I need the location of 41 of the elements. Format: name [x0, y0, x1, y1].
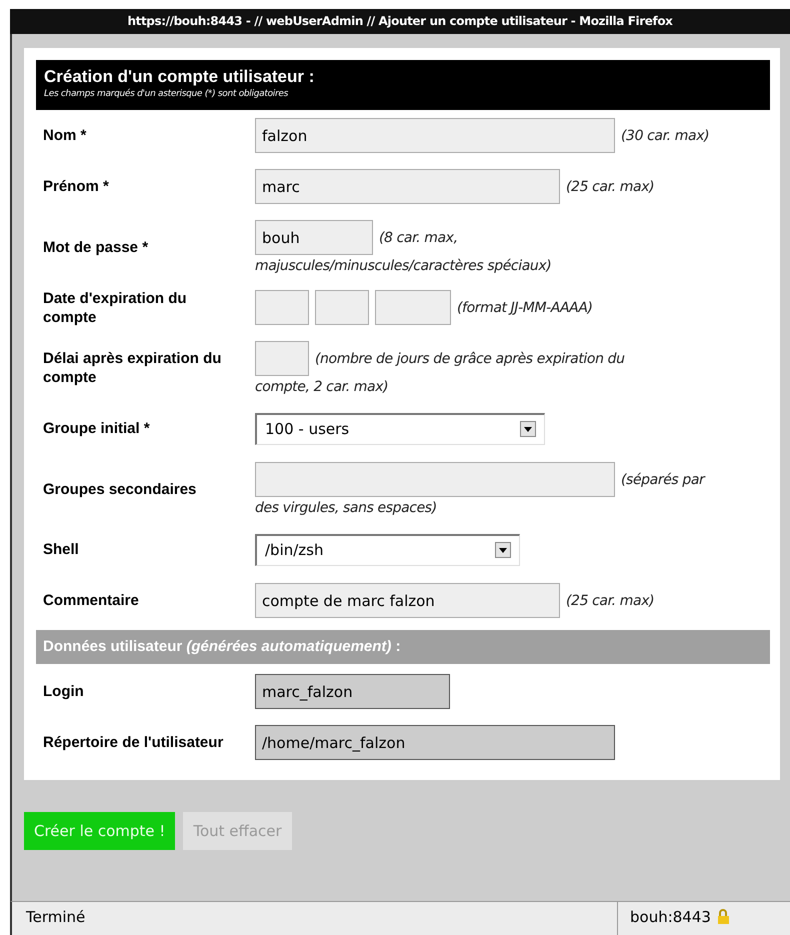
field-hint: (séparés par [621, 472, 704, 488]
field-label: Groupe initial * [42, 419, 151, 438]
section-header: Données utilisateur (générées automatiquement) : [36, 630, 770, 664]
field-label: Mot de passe * [42, 238, 150, 256]
field-hint: (8 car. max, [379, 230, 458, 246]
input-field[interactable]: marc [255, 169, 560, 204]
host-text: bouh:8443 [630, 908, 711, 926]
input-field[interactable]: /home/marc_falzon [255, 725, 615, 760]
field-hint: (25 car. max) [566, 592, 654, 608]
field-label: Shell [42, 540, 80, 559]
select-dropdown[interactable]: /bin/zsh [255, 534, 520, 566]
field-hint: majuscules/minuscules/caractères spéciaux) [255, 258, 552, 274]
input-field[interactable]: bouh [255, 220, 373, 255]
input-field[interactable]: compte de marc falzon [255, 583, 560, 618]
window-title: https://bouh:8443 - // webUserAdmin // Ajouter un compte utilisateur - Mozilla Firefox [10, 9, 790, 34]
form-subtitle: Les champs marqués d'un asterisque (*) sont obligatoires [44, 88, 289, 101]
field-hint: (format JJ-MM-AAAA) [457, 300, 593, 316]
field-label: Commentaire [42, 591, 140, 610]
select-dropdown[interactable]: 100 - users [255, 412, 545, 444]
field-label: Prénom * [42, 177, 110, 196]
lock-icon [716, 908, 729, 924]
field-label: Délai après expiration du compte [42, 349, 222, 387]
input-field[interactable] [255, 462, 615, 497]
field-label: Répertoire de l'utilisateur [42, 733, 224, 752]
field-label: Date d'expiration du compte [42, 288, 188, 326]
field-hint: (nombre de jours de grâce après expiration du [315, 350, 625, 366]
field-hint: des virgules, sans espaces) [255, 500, 438, 516]
field-label: Groupes secondaires [42, 480, 198, 498]
year-field[interactable] [375, 290, 451, 325]
day-field[interactable] [255, 290, 309, 325]
form-title: Création d'un compte utilisateur : [44, 67, 316, 87]
field-hint: (30 car. max) [621, 128, 710, 144]
field-label: Login [42, 682, 85, 701]
field-hint: (25 car. max) [566, 178, 654, 194]
input-field[interactable]: falzon [255, 118, 615, 153]
month-field[interactable] [315, 290, 369, 325]
field-label: Nom * [42, 126, 88, 145]
input-field[interactable] [255, 341, 309, 376]
status-text: Terminé [25, 907, 86, 928]
field-hint: compte, 2 car. max) [255, 379, 390, 395]
input-field[interactable]: marc_falzon [255, 674, 450, 709]
